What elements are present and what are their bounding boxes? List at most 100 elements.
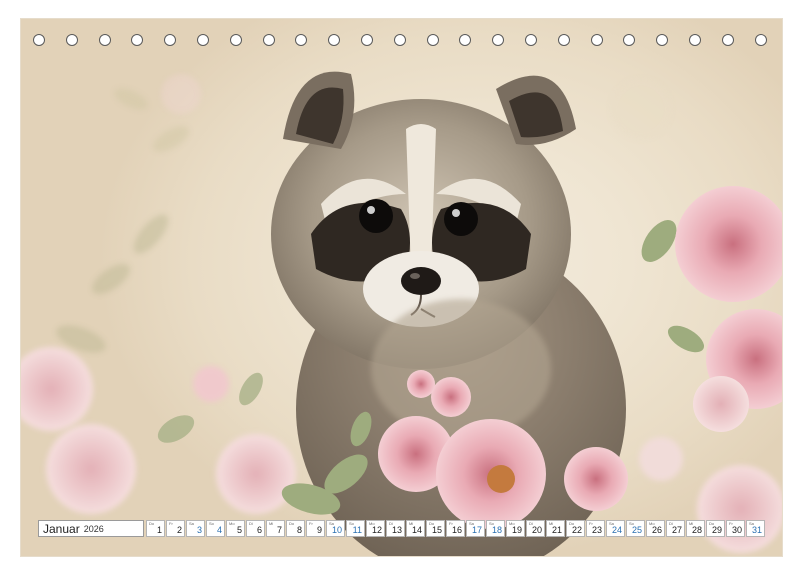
weekday-label: Mo	[229, 521, 235, 526]
binding-hole	[65, 34, 78, 46]
day-number: 15	[431, 525, 442, 535]
binding-hole	[393, 34, 406, 46]
day-number: 3	[196, 525, 202, 535]
binding-hole	[131, 34, 144, 46]
days-row: Do 1 Fr 2 Sa 3 So 4 Mo 5 Di 6 Mi 7 Do 8 Fr 9 Sa 10 So 11 Mo 12 D…	[146, 520, 765, 537]
binding-hole	[459, 34, 472, 46]
day-number: 30	[731, 525, 742, 535]
day-number: 14	[411, 525, 422, 535]
day-number: 29	[711, 525, 722, 535]
day-cell: Fr 16	[446, 520, 465, 537]
binding-hole	[557, 34, 570, 46]
day-cell: Di 27	[666, 520, 685, 537]
day-number: 11	[352, 525, 362, 535]
day-cell: Sa 17	[466, 520, 485, 537]
day-number: 1	[156, 525, 162, 535]
day-number: 6	[256, 525, 262, 535]
day-cell: Mi 28	[686, 520, 705, 537]
day-number: 7	[276, 525, 282, 535]
day-cell: Do 22	[566, 520, 585, 537]
binding-hole	[197, 34, 209, 46]
day-number: 9	[316, 525, 322, 535]
day-number: 12	[371, 525, 382, 535]
day-cell: Mo 12	[366, 520, 385, 537]
day-cell: Mi 14	[406, 520, 425, 537]
day-cell: Do 1	[146, 520, 165, 537]
binding-hole	[262, 34, 275, 46]
month-label-box: Januar 2026	[38, 520, 144, 537]
day-cell: Fr 23	[586, 520, 605, 537]
day-cell: So 4	[206, 520, 225, 537]
weekday-label: Do	[149, 521, 155, 526]
weekday-label: So	[209, 521, 214, 526]
day-number: 13	[391, 525, 402, 535]
day-number: 5	[236, 525, 242, 535]
weekday-label: Fr	[309, 521, 313, 526]
binding-hole	[656, 34, 669, 46]
day-number: 4	[216, 525, 222, 535]
day-cell: Di 6	[246, 520, 265, 537]
binding-hole	[721, 34, 734, 46]
day-cell: So 18	[486, 520, 505, 537]
binding-hole	[33, 34, 45, 46]
binding-hole	[623, 34, 636, 46]
day-cell: Di 13	[386, 520, 405, 537]
binding-hole	[164, 34, 177, 46]
day-number: 8	[296, 525, 302, 535]
day-cell: Do 15	[426, 520, 445, 537]
binding-hole	[492, 34, 505, 46]
weekday-label: Mi	[269, 521, 274, 526]
binding-hole	[525, 34, 537, 46]
binding-hole	[361, 34, 373, 46]
day-cell: Do 8	[286, 520, 305, 537]
calendar-page: Januar 2026 Do 1 Fr 2 Sa 3 So 4 Mo 5 Di 6 Mi 7 Do 8 Fr 9 S…	[21, 19, 782, 556]
weekday-label: Do	[289, 521, 295, 526]
day-cell: So 25	[626, 520, 645, 537]
day-number: 26	[651, 525, 662, 535]
day-cell: Fr 30	[726, 520, 745, 537]
day-cell: Sa 24	[606, 520, 625, 537]
weekday-label: Sa	[189, 521, 194, 526]
day-cell: Fr 9	[306, 520, 325, 537]
binding-hole	[689, 34, 701, 46]
day-cell: Mo 26	[646, 520, 665, 537]
day-number: 2	[176, 525, 182, 535]
day-cell: Sa 31	[746, 520, 765, 537]
day-number: 10	[331, 525, 342, 535]
day-cell: Do 29	[706, 520, 725, 537]
day-cell: Mi 21	[546, 520, 565, 537]
day-number: 27	[671, 525, 682, 535]
raccoon-artwork	[21, 71, 782, 556]
day-number: 28	[691, 525, 702, 535]
binding-hole	[229, 34, 242, 46]
day-number: 22	[571, 525, 582, 535]
spiral-binding	[21, 19, 782, 59]
binding-hole	[328, 34, 341, 46]
day-number: 24	[611, 525, 622, 535]
day-cell: Di 20	[526, 520, 545, 537]
month-calendar-strip: Januar 2026 Do 1 Fr 2 Sa 3 So 4 Mo 5 Di 6 Mi 7 Do 8 Fr 9 S…	[38, 520, 765, 537]
day-number: 17	[471, 525, 482, 535]
day-number: 25	[631, 525, 642, 535]
day-number: 21	[551, 525, 562, 535]
weekday-label: Di	[249, 521, 253, 526]
day-cell: Sa 3	[186, 520, 205, 537]
binding-hole	[295, 34, 308, 46]
binding-hole	[98, 34, 111, 46]
day-cell: Mo 5	[226, 520, 245, 537]
day-cell: Mi 7	[266, 520, 285, 537]
day-number: 18	[491, 525, 502, 535]
month-name: Januar	[43, 521, 80, 536]
day-number: 20	[531, 525, 542, 535]
month-year: 2026	[83, 523, 104, 534]
day-number: 31	[751, 525, 762, 535]
day-number: 19	[511, 525, 522, 535]
day-cell: So 11	[346, 520, 365, 537]
binding-hole	[590, 34, 603, 46]
day-cell: Mo 19	[506, 520, 525, 537]
day-cell: Fr 2	[166, 520, 185, 537]
binding-hole	[754, 34, 767, 46]
day-cell: Sa 10	[326, 520, 345, 537]
day-number: 23	[591, 525, 602, 535]
day-number: 16	[451, 525, 462, 535]
